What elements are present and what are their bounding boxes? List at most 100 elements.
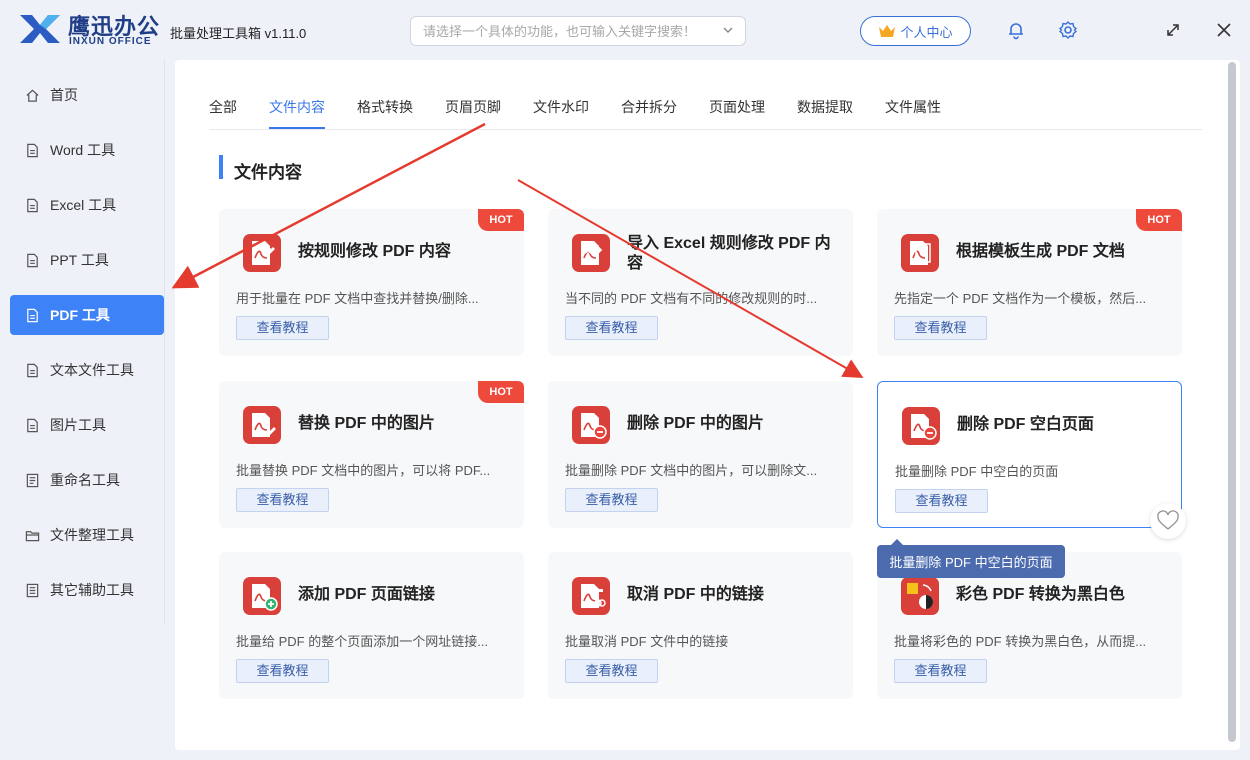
- tool-card-title: 彩色 PDF 转换为黑白色: [956, 586, 1125, 603]
- tab-3[interactable]: 页眉页脚: [445, 97, 501, 127]
- tab-bar: 全部 文件内容 格式转换 页眉页脚 文件水印 合并拆分 页面处理 数据提取 文件属性: [209, 97, 1202, 130]
- hot-badge: HOT: [478, 209, 524, 231]
- tool-card-description: 用于批量在 PDF 文档中查找并替换/删除...: [236, 291, 479, 306]
- sidebar-item-label: 图片工具: [50, 417, 106, 433]
- text-file-icon: [27, 363, 38, 377]
- tool-card[interactable]: 添加 PDF 页面链接 批量给 PDF 的整个页面添加一个网址链接... 查看教程: [219, 552, 524, 699]
- sidebar-item-8[interactable]: 文件整理工具: [10, 515, 164, 555]
- view-tutorial-button[interactable]: 查看教程: [236, 316, 329, 340]
- rename-icon: [26, 473, 39, 487]
- pdf-grayscale-icon: [901, 577, 939, 615]
- sidebar-item-label: Excel 工具: [50, 197, 117, 213]
- pdf-remove-link-icon: [572, 577, 610, 615]
- sidebar-item-2[interactable]: Excel 工具: [10, 185, 164, 225]
- sidebar: 首页 Word 工具 Excel 工具 PPT 工具 PDF 工具 文本文件工具图片工具重…: [0, 60, 165, 760]
- tool-card[interactable]: 删除 PDF 中的图片批量删除 PDF 文档中的图片，可以删除文... 查看教程: [548, 381, 853, 528]
- bell-icon[interactable]: [1006, 20, 1026, 40]
- tool-card[interactable]: 替换 PDF 中的图片 批量替换 PDF 文档中的图片，可以将 PDF... 查看教…: [219, 381, 524, 528]
- sidebar-item-7[interactable]: 重命名工具: [10, 460, 164, 500]
- tab-6[interactable]: 页面处理: [709, 97, 765, 127]
- sidebar-item-label: PPT 工具: [50, 252, 109, 268]
- tool-card[interactable]: 删除 PDF 空白页面 批量删除 PDF 中空白的页面 查看教程: [877, 381, 1182, 528]
- section-accent-bar: [219, 155, 223, 179]
- sidebar-item-label: 重命名工具: [50, 472, 120, 488]
- search-box[interactable]: [410, 16, 746, 46]
- tab-2[interactable]: 格式转换: [357, 97, 413, 127]
- sidebar-item-9[interactable]: 其它辅助工具: [10, 570, 164, 610]
- view-tutorial-button[interactable]: 查看教程: [894, 316, 987, 340]
- scrollbar-thumb[interactable]: [1228, 62, 1236, 742]
- crown-icon: [879, 25, 896, 37]
- hot-badge: HOT: [1136, 209, 1182, 231]
- tool-card-title: 取消 PDF 中的链接: [627, 586, 764, 603]
- tool-card[interactable]: 导入 Excel 规则修改 PDF 内容当不同的 PDF 文档有不同的修改规则的…: [548, 209, 853, 356]
- ppt-file-icon: [27, 253, 38, 267]
- tool-card-title: 根据模板生成 PDF 文档: [956, 243, 1125, 260]
- pdf-edit-icon: [243, 234, 281, 272]
- tab-0[interactable]: 全部: [209, 97, 237, 127]
- tool-card-title: 替换 PDF 中的图片: [298, 415, 435, 432]
- scrollbar[interactable]: [1227, 62, 1237, 748]
- tool-card-description: 批量给 PDF 的整个页面添加一个网址链接...: [236, 634, 489, 649]
- tool-card-description: 先指定一个 PDF 文档作为一个模板，然后...: [894, 291, 1147, 306]
- user-center-button[interactable]: 个人中心: [860, 16, 971, 46]
- user-center-label: 个人中心: [900, 24, 953, 40]
- pdf-file-icon: [27, 308, 38, 322]
- tool-card-title: 按规则修改 PDF 内容: [298, 243, 451, 260]
- sidebar-divider: [164, 60, 165, 625]
- tab-5[interactable]: 合并拆分: [621, 97, 677, 127]
- tool-card[interactable]: 取消 PDF 中的链接批量取消 PDF 文件中的链接查看教程: [548, 552, 853, 699]
- folder-icon: [25, 530, 40, 541]
- tool-card-title: 删除 PDF 中的图片: [627, 415, 764, 432]
- view-tutorial-button[interactable]: 查看教程: [565, 316, 658, 340]
- pdf-template-icon: [901, 234, 939, 272]
- pdf-replace-image-icon: [243, 406, 281, 444]
- tool-card-description: 批量取消 PDF 文件中的链接: [565, 634, 729, 649]
- close-icon[interactable]: [1214, 20, 1234, 40]
- brand-name-en: INXUN OFFICE: [69, 36, 152, 47]
- sidebar-item-5[interactable]: 文本文件工具: [10, 350, 164, 390]
- sidebar-item-1[interactable]: Word 工具: [10, 130, 164, 170]
- word-file-icon: [27, 143, 38, 157]
- tool-card-description: 批量删除 PDF 文档中的图片，可以删除文...: [565, 463, 818, 478]
- tab-4[interactable]: 文件水印: [533, 97, 589, 127]
- pdf-delete-page-icon: [902, 407, 940, 445]
- chevron-down-icon[interactable]: [721, 23, 735, 37]
- tooltip: 批量删除 PDF 中空白的页面: [877, 539, 1065, 578]
- app-title: 批量处理工具箱 v1.11.0: [170, 26, 307, 41]
- tab-8[interactable]: 文件属性: [885, 97, 941, 127]
- tool-card-description: 批量删除 PDF 中空白的页面: [895, 464, 1059, 479]
- view-tutorial-button[interactable]: 查看教程: [565, 659, 658, 683]
- tool-card[interactable]: 按规则修改 PDF 内容用于批量在 PDF 文档中查找并替换/删除... 查看教程…: [219, 209, 524, 356]
- gear-icon[interactable]: [1058, 20, 1078, 40]
- favorite-button[interactable]: [1150, 503, 1186, 539]
- tab-7[interactable]: 数据提取: [797, 97, 853, 127]
- tool-card-description: 当不同的 PDF 文档有不同的修改规则的时...: [565, 291, 818, 306]
- image-file-icon: [27, 418, 38, 432]
- sidebar-item-0[interactable]: 首页: [10, 75, 164, 115]
- sidebar-item-label: Word 工具: [50, 142, 116, 158]
- view-tutorial-button[interactable]: 查看教程: [565, 488, 658, 512]
- pdf-delete-image-icon: [572, 406, 610, 444]
- excel-file-icon: [27, 198, 38, 212]
- maximize-icon[interactable]: [1163, 20, 1183, 40]
- view-tutorial-button[interactable]: 查看教程: [236, 659, 329, 683]
- section-title: 文件内容: [234, 163, 302, 182]
- tool-card-title: 导入 Excel 规则修改 PDF 内容: [627, 235, 831, 272]
- search-input[interactable]: [411, 17, 701, 45]
- tool-card-description: 批量将彩色的 PDF 转换为黑白色，从而提...: [894, 634, 1147, 649]
- view-tutorial-button[interactable]: 查看教程: [894, 659, 987, 683]
- sidebar-item-label: 文件整理工具: [50, 527, 134, 543]
- sidebar-item-3[interactable]: PPT 工具: [10, 240, 164, 280]
- pdf-add-link-icon: [243, 577, 281, 615]
- tab-1[interactable]: 文件内容: [269, 97, 325, 129]
- view-tutorial-button[interactable]: 查看教程: [895, 489, 988, 513]
- sidebar-item-6[interactable]: 图片工具: [10, 405, 164, 445]
- inxun-logo-icon: [20, 15, 60, 43]
- tools-icon: [26, 583, 39, 597]
- sidebar-item-4[interactable]: PDF 工具: [10, 295, 164, 335]
- hot-badge: HOT: [478, 381, 524, 403]
- home-icon: [26, 89, 39, 102]
- view-tutorial-button[interactable]: 查看教程: [236, 488, 329, 512]
- tool-card[interactable]: 根据模板生成 PDF 文档先指定一个 PDF 文档作为一个模板，然后... 查看教…: [877, 209, 1182, 356]
